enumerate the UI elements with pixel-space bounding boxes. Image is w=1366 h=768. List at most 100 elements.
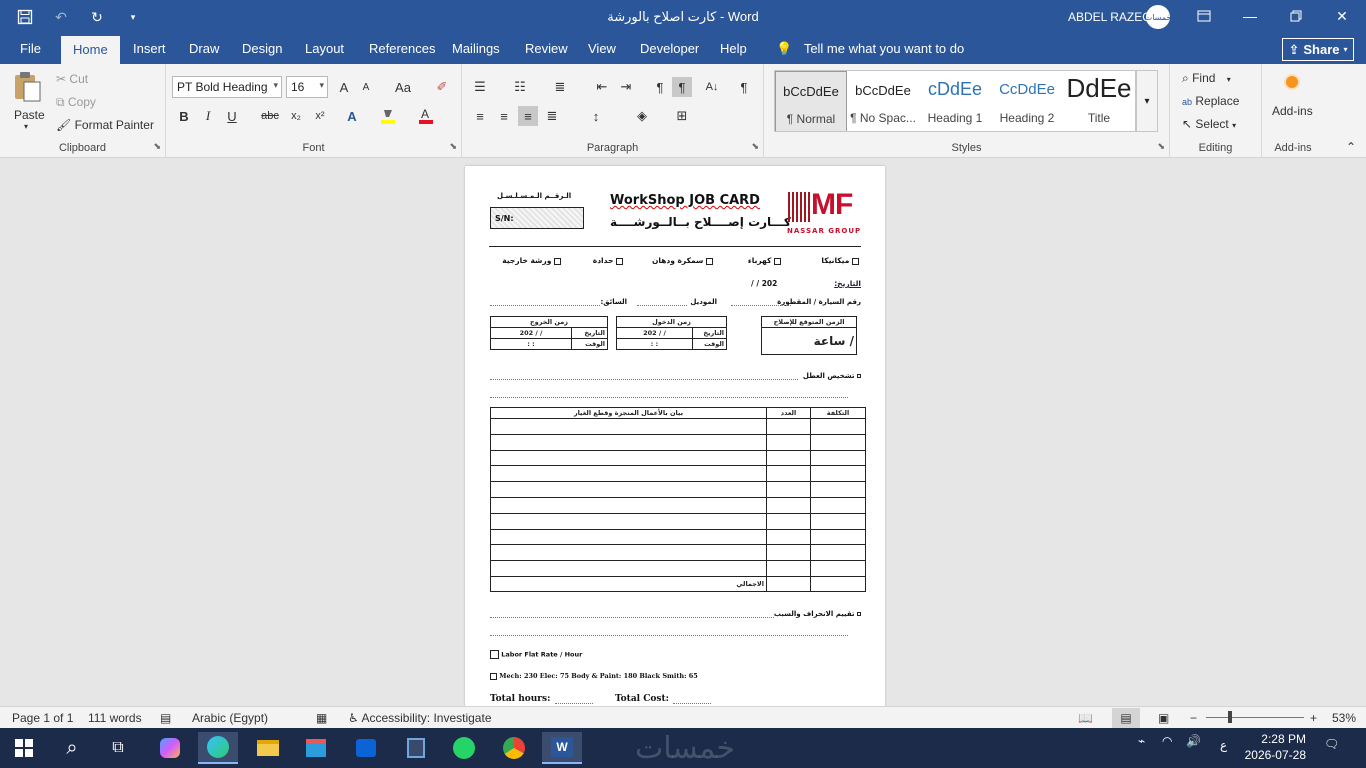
table-row[interactable] <box>490 433 866 451</box>
style-normal[interactable]: bCcDdEe ¶ Normal <box>775 71 847 131</box>
wifi-icon[interactable]: ◠ <box>1162 734 1172 748</box>
avatar[interactable]: خمسات <box>1145 5 1171 29</box>
find-button[interactable]: ⌕ Find ▾ <box>1182 71 1231 86</box>
cut-button[interactable]: ✂ Cut <box>56 72 88 86</box>
format-painter-button[interactable]: 🖌 Format Painter <box>56 118 154 132</box>
category-body-paint[interactable]: سمكرة ودهان <box>652 256 713 265</box>
windows-start-icon[interactable] <box>4 732 44 764</box>
document-area[interactable]: الـرقــم الـمـسـلـسـل S/N: WorkShop JOB … <box>0 158 1366 706</box>
zoom-out-icon[interactable]: − <box>1190 711 1197 725</box>
superscript-button[interactable]: x² <box>310 106 330 126</box>
date-value[interactable]: / / 202 <box>751 279 777 288</box>
tab-file[interactable]: File <box>20 41 41 56</box>
grow-font-icon[interactable]: A <box>334 77 354 97</box>
language[interactable]: Arabic (Egypt) <box>192 711 268 725</box>
show-formatting-icon[interactable]: ¶ <box>734 77 754 97</box>
microsoft-store-icon[interactable] <box>296 732 336 764</box>
style-title[interactable]: DdEe Title <box>1063 71 1135 131</box>
strikethrough-button[interactable]: abc <box>260 106 280 126</box>
whatsapp-icon[interactable] <box>444 732 484 764</box>
justify-icon[interactable]: ≣ <box>542 106 562 126</box>
table-row[interactable] <box>490 418 866 435</box>
checkbox-icon[interactable] <box>490 650 499 659</box>
tab-review[interactable]: Review <box>525 41 568 56</box>
web-layout-icon[interactable]: ▣ <box>1158 711 1169 725</box>
checkbox-icon[interactable] <box>616 257 623 265</box>
rtl-direction-icon[interactable]: ¶ <box>672 77 692 97</box>
outlook-icon[interactable] <box>346 732 386 764</box>
word-count[interactable]: 111 words <box>88 711 142 725</box>
text-effects-icon[interactable]: A <box>342 106 362 126</box>
style-heading-2[interactable]: CcDdEe Heading 2 <box>991 71 1063 131</box>
read-mode-icon[interactable]: 📖 <box>1078 711 1093 725</box>
copy-button[interactable]: ⧉ Copy <box>56 95 96 110</box>
total-cost-field[interactable] <box>673 703 711 704</box>
addins-button[interactable]: Add-ins <box>1270 74 1316 124</box>
serial-box[interactable]: S/N: <box>490 207 584 229</box>
clear-formatting-icon[interactable]: ✐ <box>432 77 452 97</box>
table-row[interactable] <box>490 496 866 514</box>
deviation-line-1[interactable] <box>490 617 774 618</box>
italic-button[interactable]: I <box>198 106 218 126</box>
restore-icon[interactable] <box>1276 4 1316 28</box>
driver-field[interactable] <box>490 305 600 306</box>
network-icon[interactable]: ⌁ <box>1138 734 1145 748</box>
file-explorer-icon[interactable] <box>248 732 288 764</box>
tab-view[interactable]: View <box>588 41 616 56</box>
category-electric[interactable]: كهرباء <box>748 256 781 265</box>
style-heading-1[interactable]: cDdEe Heading 1 <box>919 71 991 131</box>
dialog-launcher-icon[interactable]: ⬊ <box>751 141 759 152</box>
minimize-icon[interactable]: — <box>1230 4 1270 28</box>
volume-icon[interactable]: 🔊 <box>1186 734 1201 748</box>
checkbox-icon[interactable] <box>554 257 561 265</box>
tab-draw[interactable]: Draw <box>189 41 219 56</box>
chrome-icon[interactable] <box>494 732 534 764</box>
collapse-ribbon-icon[interactable]: ⌃ <box>1346 140 1356 154</box>
tab-mailings[interactable]: Mailings <box>452 41 500 56</box>
multilevel-list-icon[interactable]: ≣ <box>550 77 570 97</box>
align-left-icon[interactable]: ≡ <box>470 106 490 126</box>
model-field[interactable] <box>637 305 687 306</box>
task-view-icon[interactable]: ⧉ <box>98 732 138 764</box>
copilot-icon[interactable] <box>150 732 190 764</box>
line-spacing-icon[interactable]: ↕ <box>586 106 606 126</box>
tab-home[interactable]: Home <box>61 36 120 64</box>
macro-icon[interactable]: ▦ <box>316 711 327 725</box>
checkbox-icon[interactable] <box>706 257 713 265</box>
sort-icon[interactable]: A↓ <box>702 77 722 97</box>
edge-icon[interactable] <box>198 732 238 764</box>
expected-hours-field[interactable]: / ساعة <box>761 327 857 355</box>
clock[interactable]: 2:28 PM 2026-07-28 <box>1236 731 1306 763</box>
decrease-indent-icon[interactable]: ⇤ <box>592 77 612 97</box>
table-row[interactable] <box>490 449 866 467</box>
table-row[interactable] <box>490 465 866 483</box>
bold-button[interactable]: B <box>174 106 194 126</box>
user-name[interactable]: ABDEL RAZEQ <box>1068 10 1152 24</box>
category-external[interactable]: ورشة خارجية <box>502 256 561 265</box>
change-case-icon[interactable]: Aa <box>388 77 418 97</box>
calculator-icon[interactable] <box>396 732 436 764</box>
notifications-icon[interactable]: 🗨 <box>1324 737 1339 751</box>
table-row[interactable] <box>490 528 866 546</box>
zoom-level[interactable]: 53% <box>1332 711 1356 725</box>
diagnosis-line-1[interactable] <box>490 379 798 380</box>
category-mechanics[interactable]: ميكانيكا <box>821 256 859 265</box>
entry-time-field[interactable]: : : <box>616 338 693 350</box>
entry-date-field[interactable]: 202 / / <box>616 327 693 339</box>
tell-me-search[interactable]: 💡 Tell me what you want to do <box>776 41 964 57</box>
styles-more-icon[interactable]: ▾ <box>1136 70 1158 132</box>
total-row[interactable]: الاجمالي <box>490 575 866 592</box>
document-page[interactable]: الـرقــم الـمـسـلـسـل S/N: WorkShop JOB … <box>465 166 885 706</box>
dialog-launcher-icon[interactable]: ⬊ <box>449 141 457 152</box>
highlight-icon[interactable] <box>378 106 398 126</box>
close-icon[interactable]: ✕ <box>1322 4 1362 28</box>
tab-developer[interactable]: Developer <box>640 41 699 56</box>
checkbox-icon[interactable] <box>852 257 859 265</box>
font-size-combo[interactable]: 16 ▾ <box>286 76 328 98</box>
numbering-icon[interactable]: ☷ <box>510 77 530 97</box>
checkbox-icon[interactable] <box>490 672 497 680</box>
input-language[interactable]: ع <box>1220 738 1227 752</box>
dialog-launcher-icon[interactable]: ⬊ <box>153 141 161 152</box>
search-icon[interactable]: ⌕ <box>52 732 92 764</box>
shading-icon[interactable]: ◈ <box>632 106 652 126</box>
